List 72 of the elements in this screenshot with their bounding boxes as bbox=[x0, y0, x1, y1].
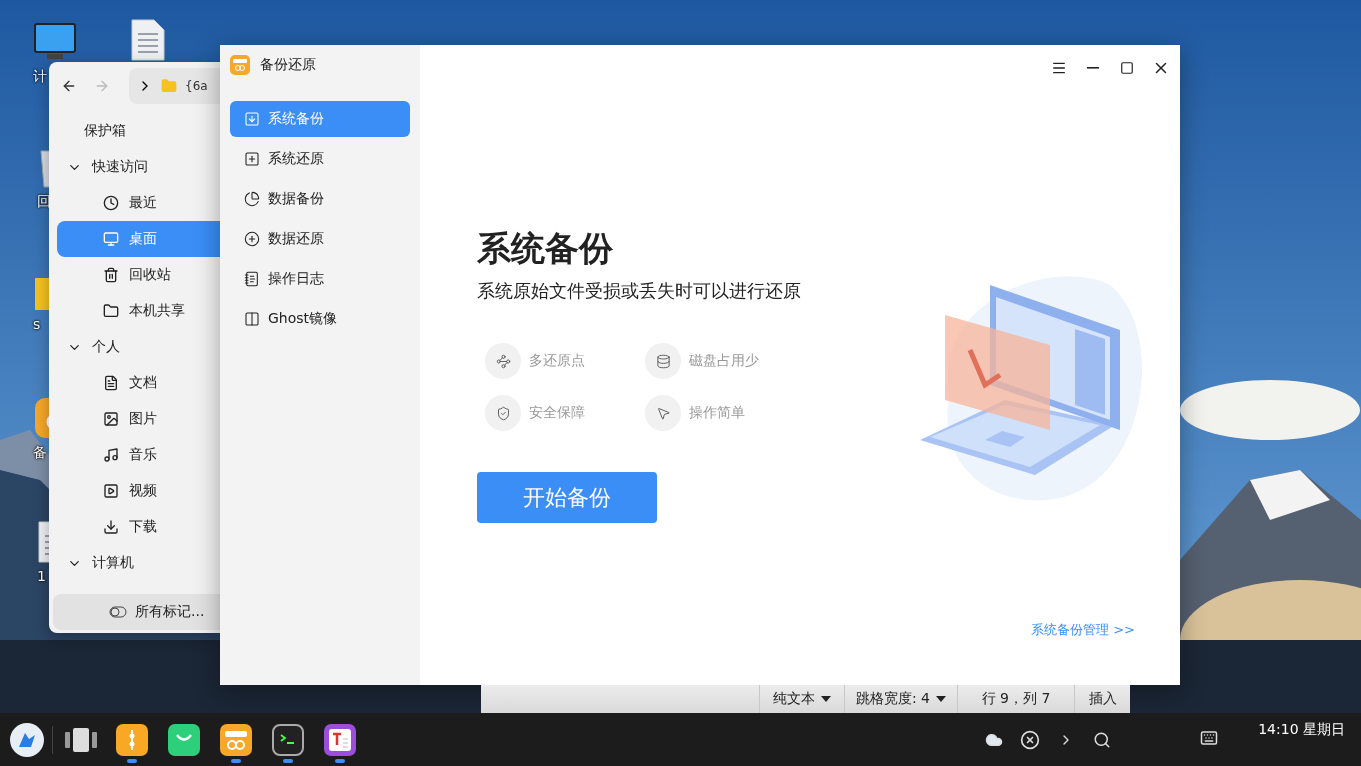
icon-label: 备 bbox=[33, 444, 47, 462]
icon-label: 1 bbox=[37, 568, 46, 584]
nav-item[interactable]: 操作日志 bbox=[230, 261, 410, 297]
search-icon[interactable] bbox=[1093, 730, 1112, 749]
nav-item[interactable]: Ghost镜像 bbox=[230, 301, 410, 337]
waypoints-icon bbox=[485, 343, 521, 379]
feature-label: 磁盘占用少 bbox=[689, 352, 759, 370]
sidebar-item[interactable]: 保护箱 bbox=[57, 113, 220, 149]
app-logo-icon bbox=[230, 55, 250, 75]
notebook-icon bbox=[244, 271, 260, 287]
sidebar-item[interactable]: 回收站 bbox=[57, 257, 220, 293]
maximize-icon bbox=[1120, 60, 1134, 75]
file-manager-icon[interactable] bbox=[116, 723, 148, 756]
bag-icon[interactable] bbox=[168, 723, 200, 756]
sidebar-group[interactable]: 快速访问 bbox=[57, 149, 220, 185]
document-icon[interactable] bbox=[37, 520, 49, 564]
keyboard-icon[interactable] bbox=[1200, 728, 1219, 747]
pointer-icon bbox=[645, 395, 681, 431]
sidebar-group[interactable]: 计算机 bbox=[57, 545, 220, 581]
app-title: 备份还原 bbox=[260, 56, 316, 74]
caret-icon bbox=[821, 696, 831, 702]
feature-label: 多还原点 bbox=[529, 352, 585, 370]
tag-icon bbox=[109, 606, 127, 618]
backup-app-icon[interactable] bbox=[220, 723, 252, 756]
page-subtitle: 系统原始文件受损或丢失时可以进行还原 bbox=[477, 279, 802, 303]
document-icon bbox=[103, 375, 119, 391]
feature-label: 操作简单 bbox=[689, 404, 745, 422]
path-text: {6a bbox=[185, 79, 208, 93]
download-icon bbox=[103, 519, 119, 535]
music-icon bbox=[103, 447, 119, 463]
icon-label: s bbox=[33, 316, 41, 332]
database-icon bbox=[645, 343, 681, 379]
app-icon[interactable] bbox=[33, 396, 49, 440]
feature-label: 安全保障 bbox=[529, 404, 585, 422]
tags-button[interactable]: 所有标记... bbox=[53, 594, 220, 630]
icon-label: 计 bbox=[33, 68, 47, 86]
folder-icon bbox=[103, 303, 119, 319]
sidebar-item[interactable]: 音乐 bbox=[57, 437, 220, 473]
icon-label: 回 bbox=[37, 193, 51, 211]
caret-icon bbox=[936, 696, 947, 702]
sidebar-item[interactable]: 最近 bbox=[57, 185, 220, 221]
nav-item[interactable]: 系统还原 bbox=[230, 141, 410, 177]
minimize-icon bbox=[1087, 66, 1099, 69]
clock-icon bbox=[103, 195, 119, 211]
back-button[interactable] bbox=[61, 78, 77, 94]
sidebar-item[interactable]: 文档 bbox=[57, 365, 220, 401]
sidebar-item[interactable]: 本机共享 bbox=[57, 293, 220, 329]
nav-item[interactable]: 数据备份 bbox=[230, 181, 410, 217]
breadcrumb-bar[interactable]: {6a bbox=[129, 68, 220, 104]
clock-text[interactable]: 14:10 星期日 bbox=[1258, 721, 1345, 739]
trash-icon bbox=[103, 267, 119, 283]
square-plus-icon bbox=[244, 151, 260, 167]
page-heading: 系统备份 bbox=[477, 228, 614, 269]
sidebar-item[interactable]: 视频 bbox=[57, 473, 220, 509]
multitask-icon bbox=[65, 727, 97, 752]
circle-plus-icon bbox=[244, 231, 260, 247]
document-icon[interactable] bbox=[130, 18, 166, 62]
text-editor-icon[interactable] bbox=[324, 723, 356, 756]
sidebar-item[interactable]: 下载 bbox=[57, 509, 220, 545]
sidebar-group[interactable]: 个人 bbox=[57, 329, 220, 365]
video-icon bbox=[103, 483, 119, 499]
launcher-button[interactable] bbox=[10, 722, 44, 757]
shield-icon bbox=[485, 395, 521, 431]
circle-x-icon[interactable] bbox=[1020, 729, 1041, 750]
columns-icon bbox=[244, 311, 260, 327]
pie-chart-icon bbox=[244, 191, 260, 207]
terminal-icon[interactable] bbox=[272, 723, 304, 756]
image-icon bbox=[103, 411, 119, 427]
monitor-icon bbox=[103, 231, 119, 247]
nav-item[interactable]: 数据还原 bbox=[230, 221, 410, 257]
sidebar-item[interactable]: 图片 bbox=[57, 401, 220, 437]
folder-icon bbox=[161, 78, 177, 94]
